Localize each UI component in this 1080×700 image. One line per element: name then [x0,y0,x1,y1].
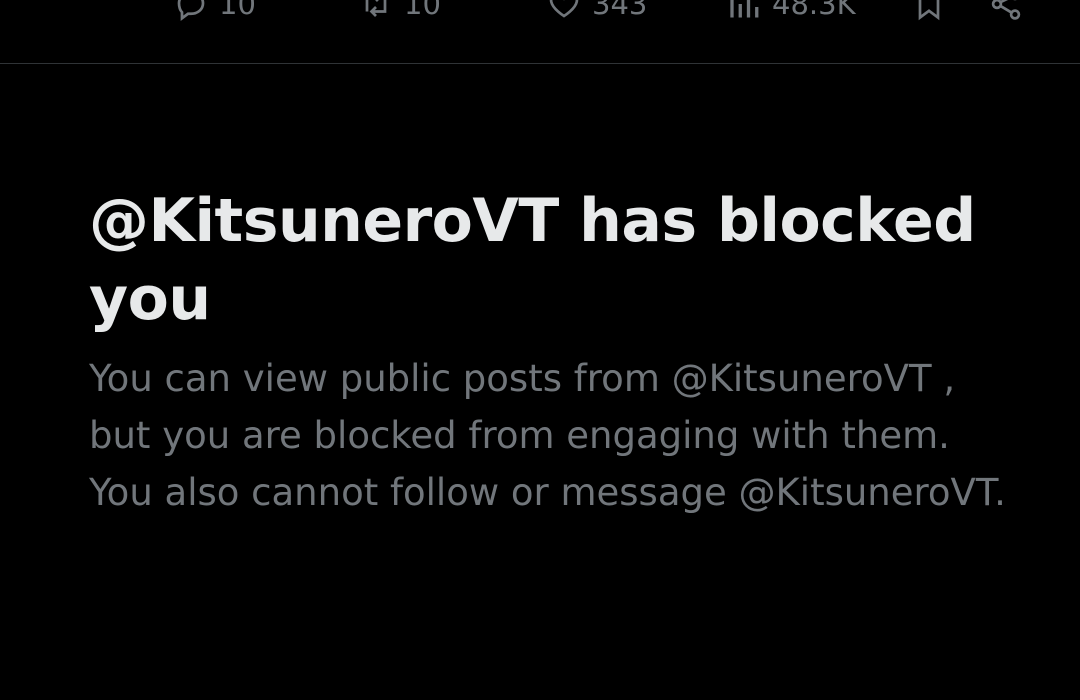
views-chart-icon [730,0,759,18]
blocked-notice: @KitsuneroVT has blocked you You can vie… [89,182,1009,521]
views-button[interactable]: 48.3K [726,0,856,22]
bookmark-button[interactable] [911,0,947,22]
heart-icon [549,0,579,18]
reply-button[interactable]: 10 [173,0,256,22]
like-button[interactable]: 343 [546,0,647,22]
share-button[interactable] [988,0,1024,22]
views-count: 48.3K [772,0,856,21]
repost-count: 10 [404,0,441,21]
post-action-bar: 10 10 343 48.3K [0,0,1080,64]
blocked-title: @KitsuneroVT has blocked you [89,186,976,334]
blocked-message: You can view public posts from @Kitsuner… [89,357,1006,514]
repost-button[interactable]: 10 [358,0,441,22]
reply-count: 10 [219,0,256,21]
bookmark-icon [918,0,940,21]
reply-icon [177,0,205,21]
share-icon [991,0,1021,20]
like-count: 343 [592,0,648,21]
repost-icon [365,0,387,17]
